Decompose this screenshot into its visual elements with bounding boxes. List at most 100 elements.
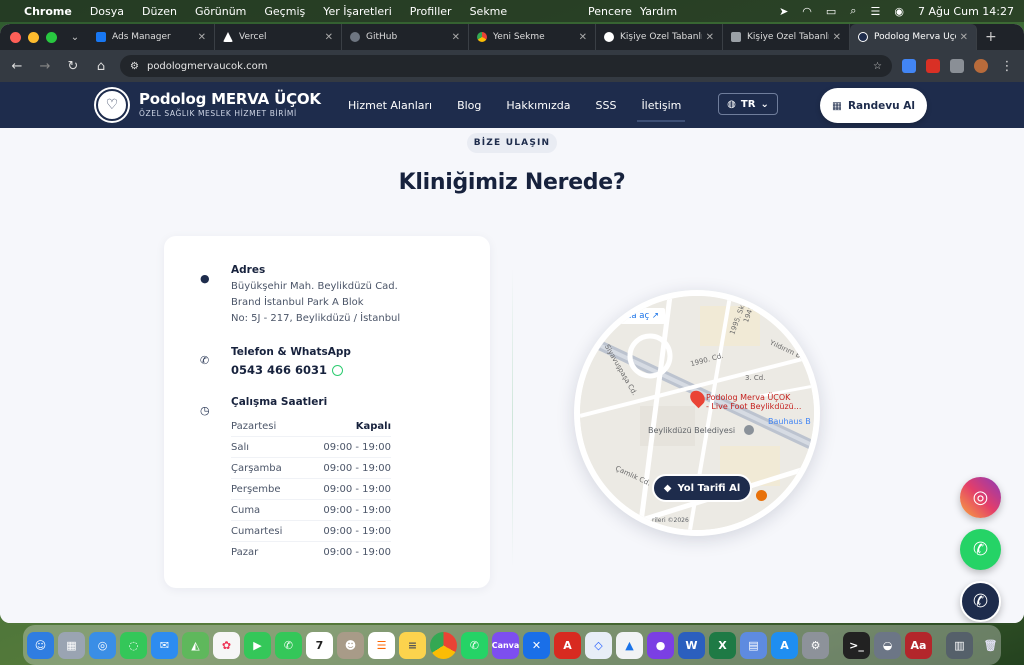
- zoom-window-button[interactable]: [46, 31, 57, 43]
- menu-item-help[interactable]: Yardım: [640, 5, 677, 18]
- menu-item-file[interactable]: Dosya: [90, 5, 124, 18]
- home-icon[interactable]: ⌂: [92, 59, 110, 74]
- forward-icon[interactable]: →: [36, 59, 54, 74]
- bookmark-star-icon[interactable]: ☆: [873, 61, 882, 72]
- photos-icon[interactable]: ✿: [213, 631, 240, 659]
- tab-label: Vercel: [239, 32, 267, 42]
- extensions-puzzle-icon[interactable]: [950, 59, 964, 73]
- tab-podolog-active[interactable]: Podolog Merva Üçok ✕: [850, 24, 977, 50]
- restaurant-icon: [756, 490, 767, 501]
- word-icon[interactable]: W: [678, 631, 705, 659]
- nav-about[interactable]: Hakkımızda: [506, 99, 570, 112]
- downloads-stack-icon[interactable]: ▥: [946, 631, 973, 659]
- close-window-button[interactable]: [10, 31, 21, 43]
- profile-avatar[interactable]: [974, 59, 988, 73]
- acrobat-icon[interactable]: A: [554, 631, 581, 659]
- reload-icon[interactable]: ↻: [64, 59, 82, 74]
- language-selector[interactable]: ◍ TR ⌄: [718, 93, 778, 115]
- address-bar[interactable]: ⚙ podologmervaucok.com ☆: [120, 55, 892, 77]
- control-center-icon[interactable]: ☰: [870, 5, 880, 18]
- back-icon[interactable]: ←: [8, 59, 26, 74]
- phone-number[interactable]: 0543 466 6031: [231, 363, 344, 377]
- maps-icon[interactable]: ◭: [182, 631, 209, 659]
- settings-icon[interactable]: ⚙: [802, 631, 829, 659]
- directions-button[interactable]: ◆ Yol Tarifi Al: [652, 474, 752, 502]
- canva-icon[interactable]: Canva: [492, 631, 519, 659]
- close-tab-icon[interactable]: ✕: [960, 32, 968, 43]
- close-tab-icon[interactable]: ✕: [579, 32, 587, 43]
- close-tab-icon[interactable]: ✕: [198, 32, 206, 43]
- translate-extension-icon[interactable]: [902, 59, 916, 73]
- tab-new-tab[interactable]: Yeni Sekme ✕: [469, 24, 596, 50]
- menu-app-name[interactable]: Chrome: [24, 5, 72, 18]
- menu-item-tab[interactable]: Sekme: [470, 5, 508, 18]
- location-icon[interactable]: ➤: [779, 5, 788, 18]
- call-button[interactable]: ✆: [960, 581, 1001, 622]
- mail-icon[interactable]: ✉: [151, 631, 178, 659]
- chrome-icon: [477, 32, 487, 42]
- wifi-icon[interactable]: ◠: [802, 5, 812, 18]
- terminal-icon[interactable]: >_: [843, 631, 870, 659]
- google-map[interactable]: da aç ↗ Siyavuşpaşa Cd. 1990. Cd. Yıldır…: [580, 296, 814, 530]
- appointment-button[interactable]: ▦ Randevu Al: [820, 88, 927, 123]
- excel-icon[interactable]: X: [709, 631, 736, 659]
- instagram-button[interactable]: ◎: [960, 477, 1001, 518]
- reminders-icon[interactable]: ☰: [368, 631, 395, 659]
- notes-icon[interactable]: ≡: [399, 631, 426, 659]
- menu-item-view[interactable]: Görünüm: [195, 5, 246, 18]
- whatsapp-icon[interactable]: [332, 364, 344, 376]
- menu-item-history[interactable]: Geçmiş: [264, 5, 305, 18]
- trash-icon[interactable]: 🗑: [977, 632, 1004, 659]
- finder-icon[interactable]: ☺: [27, 631, 54, 659]
- messages-icon[interactable]: ◌: [120, 631, 147, 659]
- spaces-icon[interactable]: ◇: [585, 631, 612, 659]
- tab-github[interactable]: GitHub ✕: [342, 24, 469, 50]
- chrome-app-icon[interactable]: [430, 631, 457, 659]
- extension-badge-icon[interactable]: [926, 59, 940, 73]
- open-in-maps-link[interactable]: da aç ↗: [620, 308, 666, 324]
- close-tab-icon[interactable]: ✕: [325, 32, 333, 43]
- new-tab-icon[interactable]: +: [985, 29, 997, 45]
- site-settings-icon[interactable]: ⚙: [130, 61, 139, 72]
- menu-item-edit[interactable]: Düzen: [142, 5, 177, 18]
- calendar-app-icon[interactable]: 7: [306, 631, 333, 659]
- whatsapp-button[interactable]: ✆: [960, 529, 1001, 570]
- nav-faq[interactable]: SSS: [595, 99, 616, 112]
- search-icon[interactable]: ⌕: [850, 4, 856, 18]
- siri-icon[interactable]: ◉: [894, 5, 904, 18]
- safari-icon[interactable]: ◎: [89, 631, 116, 659]
- contacts-icon[interactable]: ☻: [337, 631, 364, 659]
- brand[interactable]: Podolog MERVA ÜÇOK ÖZEL SAĞLIK MESLEK Hİ…: [139, 90, 321, 118]
- nav-blog[interactable]: Blog: [457, 99, 481, 112]
- minimize-window-button[interactable]: [28, 31, 39, 43]
- nav-contact[interactable]: İletişim: [637, 99, 686, 122]
- arc-icon[interactable]: ▲: [616, 631, 643, 659]
- tab-custom-insole-2[interactable]: Kişiye Özel Tabanlık ✕: [723, 24, 850, 50]
- preview-icon[interactable]: ▤: [740, 631, 767, 659]
- close-tab-icon[interactable]: ✕: [452, 32, 460, 43]
- menu-kebab-icon[interactable]: ⋮: [998, 59, 1016, 74]
- launchpad-icon[interactable]: ▦: [58, 631, 85, 659]
- battery-icon[interactable]: ▭: [826, 5, 836, 18]
- nav-services[interactable]: Hizmet Alanları: [348, 99, 432, 112]
- xcode-icon[interactable]: ✕: [523, 631, 550, 659]
- facetime-icon[interactable]: ▶: [244, 631, 271, 659]
- github-desktop-icon[interactable]: ●: [647, 631, 674, 659]
- tab-ads-manager[interactable]: Ads Manager ✕: [88, 24, 215, 50]
- menu-item-profiles[interactable]: Profiller: [410, 5, 452, 18]
- phone-text: 0543 466 6031: [231, 363, 328, 377]
- close-tab-icon[interactable]: ✕: [706, 32, 714, 43]
- menu-item-window[interactable]: Pencere: [588, 5, 632, 18]
- menubar-datetime[interactable]: 7 Ağu Cum 14:27: [918, 5, 1014, 18]
- app-store-icon[interactable]: A: [771, 631, 798, 659]
- tab-custom-insole-1[interactable]: Kişiye Özel Tabanlık ✕: [596, 24, 723, 50]
- dictionary-icon[interactable]: Aa: [905, 631, 932, 659]
- whatsapp-app-icon[interactable]: ✆: [461, 631, 488, 659]
- tab-vercel[interactable]: Vercel ✕: [215, 24, 342, 50]
- disk-utility-icon[interactable]: ◒: [874, 631, 901, 659]
- close-tab-icon[interactable]: ✕: [833, 32, 841, 43]
- tab-search-chevron-icon[interactable]: ⌄: [62, 32, 88, 43]
- phone-app-icon[interactable]: ✆: [275, 631, 302, 659]
- menu-item-bookmarks[interactable]: Yer İşaretleri: [323, 5, 392, 18]
- logo-icon[interactable]: ♡: [96, 89, 128, 121]
